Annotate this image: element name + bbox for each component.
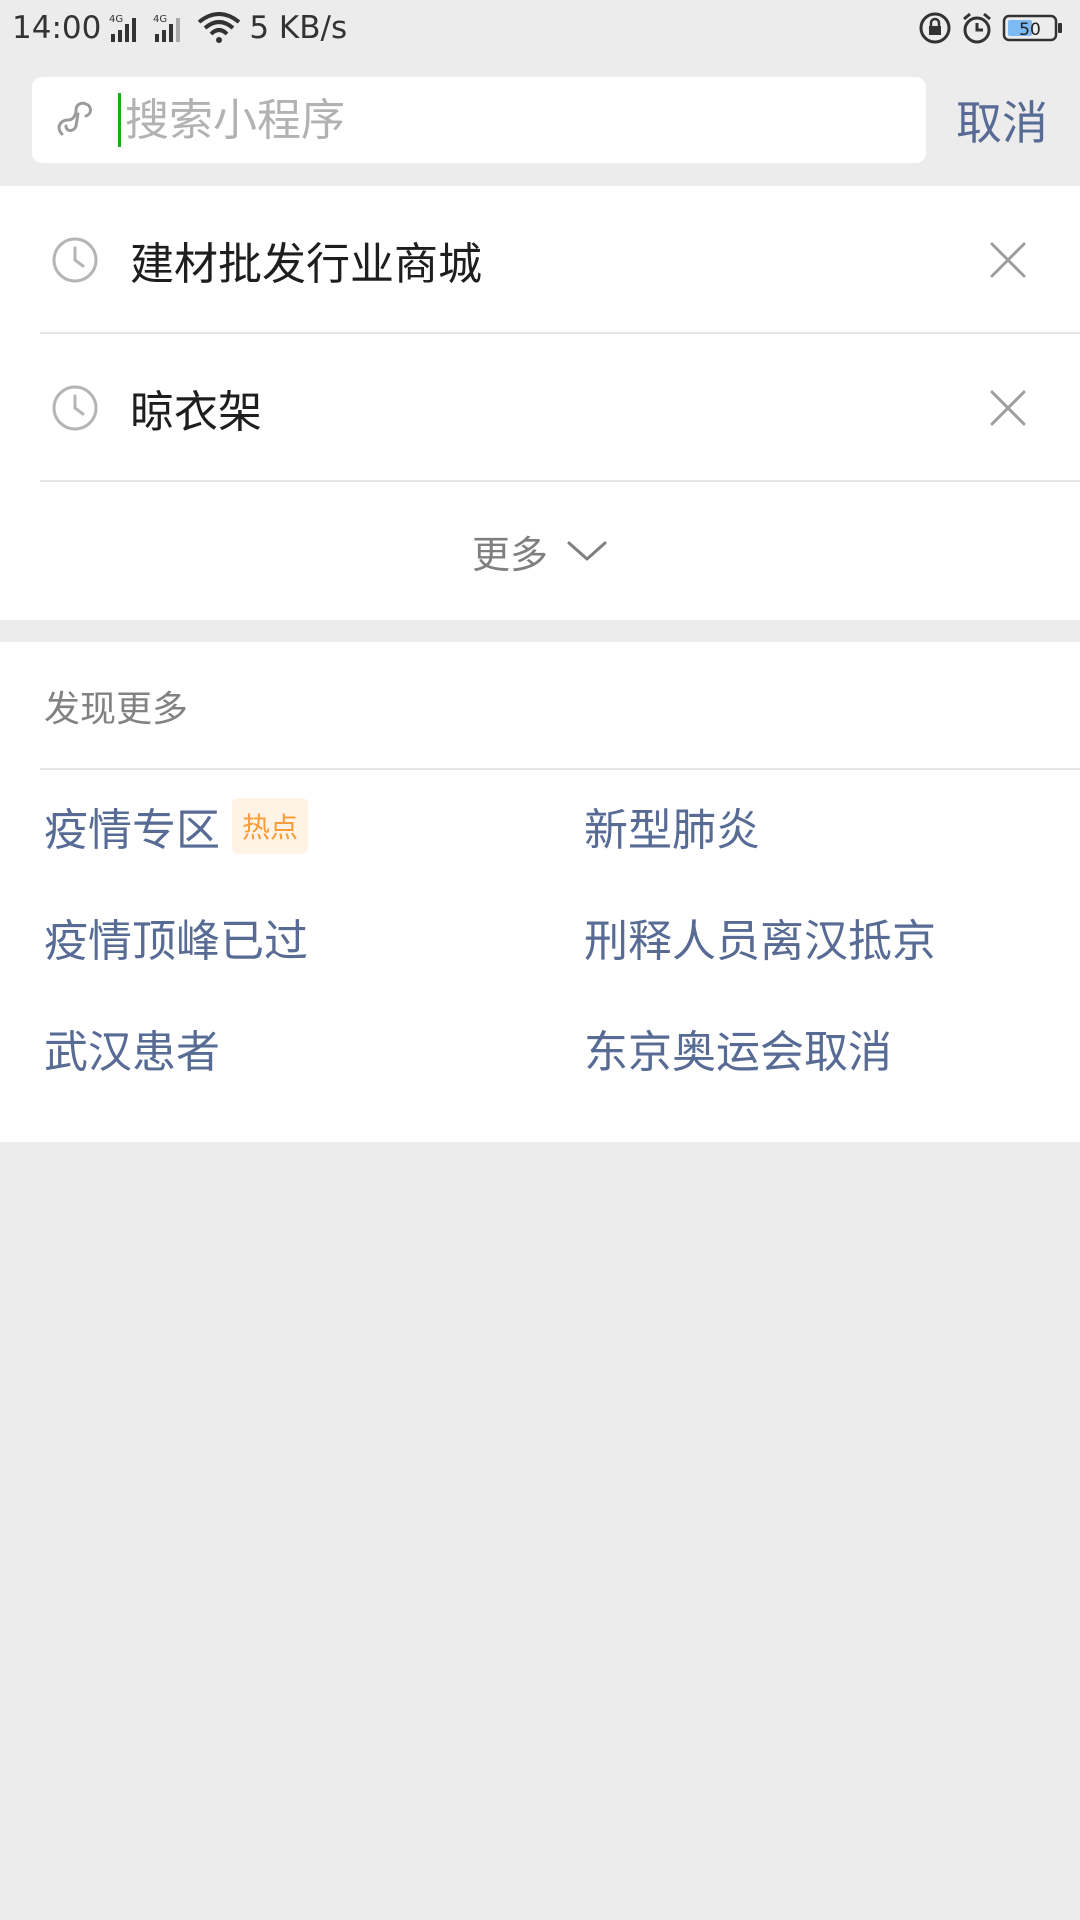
more-button[interactable]: 更多 (0, 482, 1080, 620)
topic-label: 武汉患者 (44, 1026, 220, 1078)
history-item-label: 晾衣架 (130, 387, 262, 438)
search-box[interactable] (32, 77, 926, 163)
battery-icon: 50 (1002, 13, 1064, 43)
topic-link[interactable]: 疫情专区 热点 (0, 770, 540, 881)
mini-program-icon (57, 101, 92, 136)
close-icon[interactable] (986, 386, 1030, 430)
status-bar-left: 14:00 4G 4G 5 KB/s (12, 10, 347, 46)
history-item[interactable]: 晾衣架 (0, 334, 1080, 482)
clock-icon (52, 385, 98, 431)
search-header: 取消 (0, 56, 1080, 184)
cancel-button[interactable]: 取消 (956, 87, 1048, 153)
text-caret (118, 93, 121, 147)
close-icon[interactable] (986, 238, 1030, 282)
wifi-icon (197, 12, 241, 44)
topic-link[interactable]: 疫情顶峰已过 (0, 881, 540, 992)
topic-grid: 疫情专区 热点 新型肺炎 疫情顶峰已过 刑释人员离汉抵京 武汉患者 东京奥运会取… (0, 770, 1080, 1103)
network-speed: 5 KB/s (249, 10, 348, 46)
signal-icon-2: 4G (153, 12, 189, 44)
topic-link[interactable]: 武汉患者 (0, 992, 540, 1103)
alarm-icon (960, 11, 994, 45)
hot-badge: 热点 (232, 797, 309, 854)
status-bar: 14:00 4G 4G 5 KB/s 50 (0, 0, 1080, 56)
page: 14:00 4G 4G 5 KB/s 50 搜索小程序 取消 建材批发行业商城 … (0, 0, 1080, 1920)
search-input[interactable] (125, 94, 825, 146)
chevron-down-icon (567, 541, 607, 561)
topic-label: 东京奥运会取消 (584, 1026, 892, 1078)
divider (40, 480, 1080, 482)
discover-section: 发现更多 疫情专区 热点 新型肺炎 疫情顶峰已过 刑释人员离汉抵京 武汉患者 东… (0, 642, 1080, 1142)
topic-link[interactable]: 东京奥运会取消 (540, 992, 1080, 1103)
status-time: 14:00 (12, 10, 102, 46)
topic-link[interactable]: 新型肺炎 (540, 770, 1080, 881)
lock-rotation-icon (918, 11, 952, 45)
clock-icon (52, 237, 98, 283)
history-item[interactable]: 建材批发行业商城 (0, 186, 1080, 334)
topic-link[interactable]: 刑释人员离汉抵京 (540, 881, 1080, 992)
topic-label: 刑释人员离汉抵京 (584, 915, 936, 967)
net-type-label-2: 4G (153, 14, 167, 25)
search-history: 建材批发行业商城 晾衣架 更多 (0, 186, 1080, 620)
status-bar-right: 50 (918, 11, 1064, 45)
net-type-label: 4G (109, 14, 123, 25)
history-item-label: 建材批发行业商城 (130, 239, 482, 290)
signal-icon: 4G (109, 12, 145, 44)
discover-title: 发现更多 (44, 689, 189, 730)
battery-level: 50 (1019, 20, 1041, 40)
topic-label: 新型肺炎 (584, 804, 760, 856)
topic-label: 疫情顶峰已过 (44, 915, 308, 967)
more-label: 更多 (471, 532, 548, 577)
topic-label: 疫情专区 (44, 804, 220, 856)
